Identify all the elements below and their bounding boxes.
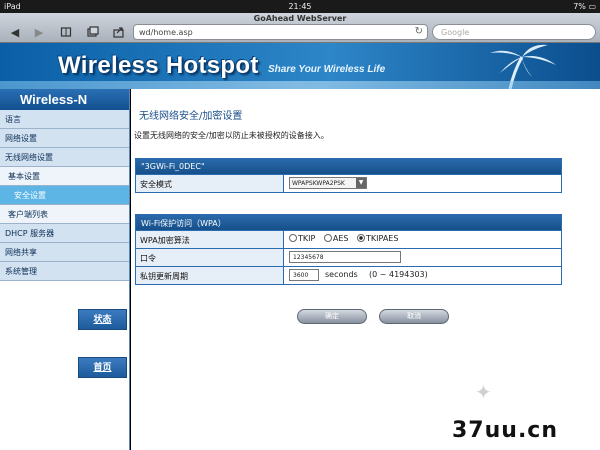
page-description: 设置无线网络的安全/加密以防止未被授权的设备接入。 <box>134 131 329 140</box>
wpa-algorithm-row: WPA加密算法 TKIP AES TKIPAES <box>136 230 561 248</box>
sidebar-item-network-settings[interactable]: 网络设置 <box>0 129 129 148</box>
brand-tagline: Share Your Wireless Life <box>268 64 386 75</box>
wpa-panel-title: Wi-Fi保护访问（WPA） <box>136 215 561 230</box>
radio-aes-label: AES <box>332 234 349 243</box>
sidebar-item-language[interactable]: 语言 <box>0 110 129 129</box>
sidebar-item-basic-settings[interactable]: 基本设置 <box>0 167 129 186</box>
radio-tkip-circle[interactable] <box>289 234 297 242</box>
main-content: 无线网络安全/加密设置 设置无线网络的安全/加密以防止未被授权的设备接入。 "3… <box>131 89 600 450</box>
share-icon[interactable] <box>112 26 126 39</box>
tabs-icon[interactable] <box>86 26 100 39</box>
bookmarks-icon[interactable] <box>59 26 73 39</box>
chevron-down-icon: ▼ <box>356 178 366 188</box>
sidebar-item-wireless-settings[interactable]: 无线网络设置 <box>0 148 129 167</box>
key-renewal-label: 私钥更新周期 <box>136 267 284 284</box>
battery-indicator: 7% ▭ <box>573 2 596 11</box>
battery-level: 7% <box>573 2 586 11</box>
sidebar-item-security-settings[interactable]: 安全设置 <box>0 186 129 205</box>
watermark-ghost-logo: ✦ <box>475 380 492 404</box>
radio-aes[interactable]: AES <box>323 234 349 243</box>
search-input[interactable]: Google <box>432 24 596 40</box>
back-arrow-icon[interactable]: ◀ <box>8 26 22 39</box>
page-title: 无线网络安全/加密设置 <box>139 111 243 122</box>
security-mode-row: 安全模式 WPAPSKWPA2PSK ▼ <box>136 174 561 192</box>
forward-arrow-icon[interactable]: ▶ <box>32 26 46 39</box>
key-renewal-row: 私钥更新周期 3600 seconds (0 ~ 4194303) <box>136 266 561 284</box>
key-renewal-input[interactable]: 3600 <box>289 269 319 281</box>
radio-aes-circle[interactable] <box>323 234 332 242</box>
ok-button[interactable]: 确定 <box>297 309 367 324</box>
status-button[interactable]: 状态 <box>78 309 127 330</box>
passphrase-input[interactable]: 12345678 <box>289 251 401 263</box>
watermark: 37uu.cn <box>452 418 558 443</box>
battery-icon: ▭ <box>588 2 596 11</box>
wpa-algorithm-label: WPA加密算法 <box>136 231 284 248</box>
radio-tkipaes-circle[interactable] <box>357 234 366 242</box>
address-bar[interactable]: wd/home.asp ↻ <box>133 24 428 40</box>
sidebar: Wireless-N 语言 网络设置 无线网络设置 基本设置 安全设置 客户端列… <box>0 89 130 450</box>
passphrase-label: 口令 <box>136 249 284 266</box>
radio-tkipaes-label: TKIPAES <box>366 234 399 243</box>
banner-wave <box>0 81 600 89</box>
browser-page-title: GoAhead WebServer <box>253 14 347 23</box>
status-bar: iPad 21:45 7% ▭ <box>0 0 600 13</box>
ssid-panel: "3GWi-Fi_0DEC" 安全模式 WPAPSKWPA2PSK ▼ <box>135 158 562 193</box>
key-renewal-range: (0 ~ 4194303) <box>369 270 428 279</box>
radio-tkipaes[interactable]: TKIPAES <box>357 234 398 243</box>
wpa-panel: Wi-Fi保护访问（WPA） WPA加密算法 TKIP AES TKIPAES … <box>135 214 562 285</box>
cancel-button[interactable]: 取消 <box>379 309 449 324</box>
sidebar-title: Wireless-N <box>0 89 129 110</box>
security-mode-value: WPAPSKWPA2PSK <box>292 180 345 187</box>
brand-logo: Wireless Hotspot <box>58 52 259 79</box>
sidebar-item-network-sharing[interactable]: 网络共享 <box>0 243 129 262</box>
security-mode-label: 安全模式 <box>136 175 284 192</box>
radio-tkip[interactable]: TKIP <box>289 234 315 243</box>
sidebar-item-dhcp-server[interactable]: DHCP 服务器 <box>0 224 129 243</box>
ssid-panel-title: "3GWi-Fi_0DEC" <box>136 159 561 174</box>
reload-icon[interactable]: ↻ <box>415 26 423 37</box>
url-text: wd/home.asp <box>139 28 193 37</box>
sidebar-item-system-management[interactable]: 系统管理 <box>0 262 129 281</box>
sidebar-item-client-list[interactable]: 客户端列表 <box>0 205 129 224</box>
home-button[interactable]: 首页 <box>78 357 127 378</box>
security-mode-select[interactable]: WPAPSKWPA2PSK ▼ <box>289 177 367 189</box>
radio-tkip-label: TKIP <box>298 234 316 243</box>
search-placeholder: Google <box>441 28 470 37</box>
wpa-algorithm-radio-group: TKIP AES TKIPAES <box>289 234 404 243</box>
header-banner: Wireless Hotspot Share Your Wireless Lif… <box>0 43 600 89</box>
key-renewal-unit: seconds <box>325 270 358 279</box>
clock: 21:45 <box>288 2 312 11</box>
browser-toolbar: GoAhead WebServer ◀ ▶ wd/home.asp ↻ Goog… <box>0 13 600 43</box>
passphrase-row: 口令 12345678 <box>136 248 561 266</box>
